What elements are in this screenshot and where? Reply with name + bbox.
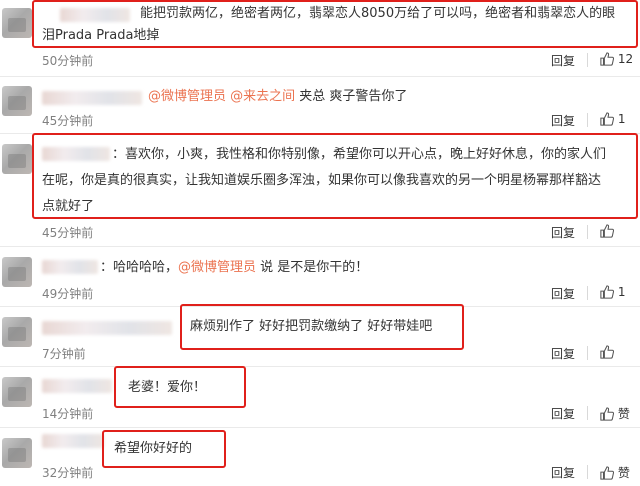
comment-item: 希望你好好的 32分钟前 回复 赞: [0, 430, 640, 486]
like-button[interactable]: 赞: [600, 464, 630, 481]
comment-item: @微博管理员 @来去之间 夹总 爽子警告你了 45分钟前 回复 1: [0, 78, 640, 128]
divider: [587, 113, 588, 127]
comment-item: ：哈哈哈哈，@微博管理员 说 是不是你干的！ 49分钟前 回复 1: [0, 249, 640, 303]
avatar[interactable]: [2, 86, 32, 116]
avatar[interactable]: [2, 8, 32, 38]
comment-text: @微博管理员 @来去之间 夹总 爽子警告你了: [148, 86, 407, 108]
avatar[interactable]: [2, 438, 32, 468]
username-blurred[interactable]: [42, 91, 142, 105]
comment-text-body: 说 是不是你干的！: [256, 260, 369, 275]
reply-button[interactable]: 回复: [551, 224, 575, 241]
divider: [587, 53, 588, 67]
comment-timestamp: 49分钟前: [42, 287, 94, 301]
highlight-box: [32, 0, 638, 48]
mention-link[interactable]: @微博管理员: [178, 260, 256, 275]
highlight-box: [114, 366, 246, 408]
thumbs-up-icon: [600, 466, 615, 480]
thumbs-up-icon: [600, 285, 615, 299]
like-button[interactable]: [600, 224, 615, 238]
divider: [0, 76, 640, 77]
divider: [587, 465, 588, 479]
like-count: 1: [617, 112, 626, 126]
highlight-box: [102, 430, 226, 468]
reply-button[interactable]: 回复: [551, 52, 575, 69]
reply-button[interactable]: 回复: [551, 285, 575, 302]
thumbs-up-icon: [600, 112, 615, 126]
like-count: 赞: [617, 466, 630, 480]
mention-link[interactable]: @微博管理员: [148, 89, 226, 104]
divider: [0, 366, 640, 367]
like-button[interactable]: 1: [600, 112, 625, 126]
divider: [0, 427, 640, 428]
avatar[interactable]: [2, 377, 32, 407]
highlight-box: [32, 133, 638, 219]
thumbs-up-icon: [600, 407, 615, 421]
divider: [587, 286, 588, 300]
comment-timestamp: 50分钟前: [42, 54, 94, 68]
username-blurred[interactable]: [42, 379, 112, 393]
like-button[interactable]: 12: [600, 52, 633, 66]
comment-timestamp: 14分钟前: [42, 407, 94, 421]
username-blurred[interactable]: [42, 321, 172, 335]
divider: [587, 225, 588, 239]
like-button[interactable]: 赞: [600, 405, 630, 422]
divider: [587, 406, 588, 420]
highlight-box: [180, 304, 464, 350]
like-count: 12: [617, 52, 634, 66]
reply-button[interactable]: 回复: [551, 405, 575, 422]
comment-text-body: ：哈哈哈哈，: [100, 260, 179, 275]
like-button[interactable]: 1: [600, 285, 625, 299]
comment-text: ：哈哈哈哈，@微博管理员 说 是不是你干的！: [100, 257, 368, 279]
thumbs-up-icon: [600, 52, 615, 66]
reply-button[interactable]: 回复: [551, 112, 575, 129]
divider: [0, 246, 640, 247]
comment-timestamp: 45分钟前: [42, 114, 94, 128]
comment-timestamp: 32分钟前: [42, 466, 94, 480]
like-count: 赞: [617, 407, 630, 421]
username-blurred[interactable]: [42, 434, 104, 448]
mention-link[interactable]: @来去之间: [230, 89, 295, 104]
reply-button[interactable]: 回复: [551, 464, 575, 481]
thumbs-up-icon: [600, 345, 615, 359]
avatar[interactable]: [2, 144, 32, 174]
like-button[interactable]: [600, 345, 615, 359]
reply-button[interactable]: 回复: [551, 345, 575, 362]
like-count: 1: [617, 285, 626, 299]
avatar[interactable]: [2, 257, 32, 287]
comment-item: 老婆！爱你！ 14分钟前 回复 赞: [0, 369, 640, 425]
thumbs-up-icon: [600, 224, 615, 238]
comment-timestamp: 45分钟前: [42, 226, 94, 240]
divider: [587, 346, 588, 360]
comment-timestamp: 7分钟前: [42, 347, 86, 361]
username-blurred[interactable]: [42, 260, 98, 274]
avatar[interactable]: [2, 317, 32, 347]
comment-text-body: 夹总 爽子警告你了: [295, 89, 408, 104]
